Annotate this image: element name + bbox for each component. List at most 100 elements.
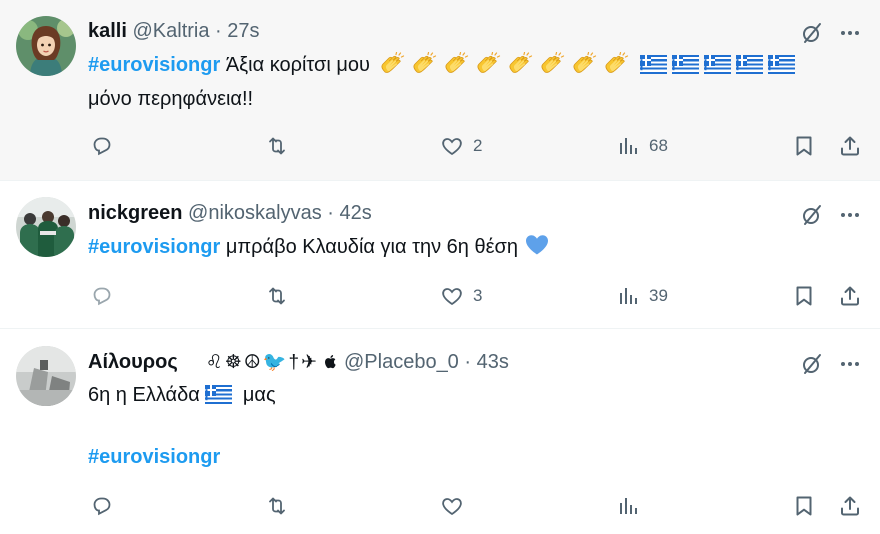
clapping-hands-icon xyxy=(443,52,469,76)
avatar-illustration-icon xyxy=(16,16,76,76)
share-icon xyxy=(838,134,862,158)
share-icon xyxy=(838,494,862,518)
views-icon xyxy=(616,494,640,518)
retweet-icon xyxy=(265,494,289,518)
tweet-text-part: μας xyxy=(242,384,276,406)
tweet-text-part: μπράβο Κλαυδία για την 6η θέση xyxy=(225,236,518,258)
tweet-nickgreen[interactable]: nickgreen @nikoskalyvas · 42s #eurovisio… xyxy=(0,181,880,329)
blue-heart-icon xyxy=(524,233,550,257)
views-icon xyxy=(616,134,640,158)
view-count: 68 xyxy=(649,136,668,155)
greek-flag-icon xyxy=(640,55,668,74)
heart-icon xyxy=(440,494,464,518)
reply-button[interactable] xyxy=(90,131,123,161)
tweet-header: Αίλουρος ♌☸☮🐦†✈ @Placebo_0 · 43s xyxy=(88,350,509,375)
separator: · xyxy=(327,202,334,224)
clapping-hands-icon xyxy=(571,52,597,76)
user-handle[interactable]: @nikoskalyvas xyxy=(188,202,322,224)
reply-button[interactable] xyxy=(90,281,123,311)
tweet-text-part: 6η η Ελλάδα xyxy=(88,384,200,406)
action-bar: 3 39 xyxy=(0,281,880,311)
views-button[interactable]: 39 xyxy=(616,281,668,311)
hashtag-link[interactable]: #eurovisiongr xyxy=(88,54,220,76)
separator: · xyxy=(215,20,222,42)
tweet-text: #eurovisiongr Άξια κορίτσι μου xyxy=(88,51,800,80)
share-icon xyxy=(838,284,862,308)
avatar-photo-icon xyxy=(16,346,76,406)
display-name[interactable]: Αίλουρος xyxy=(88,351,178,373)
reply-icon xyxy=(90,134,114,158)
heart-icon xyxy=(440,134,464,158)
display-name[interactable]: nickgreen xyxy=(88,202,182,224)
tweet-text-line2: μόνο περηφάνεια!! xyxy=(88,88,254,110)
display-name[interactable]: kalli xyxy=(88,20,127,42)
tweet-ailouros[interactable]: Αίλουρος ♌☸☮🐦†✈ @Placebo_0 · 43s 6η η Ελλά… xyxy=(0,329,880,534)
grok-icon[interactable] xyxy=(800,203,824,227)
bookmark-icon xyxy=(792,284,816,308)
retweet-button[interactable] xyxy=(265,491,298,521)
tweet-header: kalli @Kaltria · 27s xyxy=(88,19,260,43)
action-bar xyxy=(0,491,880,521)
more-icon[interactable] xyxy=(838,21,862,45)
user-handle[interactable]: @Kaltria xyxy=(132,20,209,42)
reply-icon xyxy=(90,284,114,308)
views-icon xyxy=(616,284,640,308)
tweet-kalli[interactable]: kalli @Kaltria · 27s #eurovisiongr Άξια … xyxy=(0,0,880,181)
like-count: 3 xyxy=(473,286,483,305)
avatar[interactable] xyxy=(16,346,76,406)
user-handle[interactable]: @Placebo_0 xyxy=(344,351,459,373)
greek-flag-icon xyxy=(736,55,764,74)
avatar[interactable] xyxy=(16,16,76,76)
views-button[interactable]: 68 xyxy=(616,131,668,161)
view-count: 39 xyxy=(649,286,668,305)
tweet-text: 6η η Ελλάδα μας xyxy=(88,381,276,410)
bookmark-button[interactable] xyxy=(792,131,816,161)
bookmark-icon xyxy=(792,494,816,518)
action-bar: 2 68 xyxy=(0,131,880,161)
like-button[interactable] xyxy=(440,491,473,521)
views-button[interactable] xyxy=(616,491,649,521)
hashtag-link[interactable]: #eurovisiongr xyxy=(88,236,220,258)
more-icon[interactable] xyxy=(838,203,862,227)
timestamp[interactable]: 27s xyxy=(227,20,259,42)
retweet-button[interactable] xyxy=(265,131,298,161)
clapping-hands-icon xyxy=(411,52,437,76)
like-button[interactable]: 2 xyxy=(440,131,482,161)
separator: · xyxy=(464,351,472,373)
share-button[interactable] xyxy=(838,281,862,311)
tweet-text-part: Άξια κορίτσι μου xyxy=(225,54,370,76)
apple-icon xyxy=(323,353,339,370)
grok-icon[interactable] xyxy=(800,352,824,376)
emoji-row xyxy=(379,52,635,76)
bookmark-button[interactable] xyxy=(792,281,816,311)
greek-flag-icon xyxy=(672,55,700,74)
reply-button[interactable] xyxy=(90,491,123,521)
like-button[interactable]: 3 xyxy=(440,281,482,311)
like-count: 2 xyxy=(473,136,483,155)
clapping-hands-icon xyxy=(475,52,501,76)
greek-flag-icon xyxy=(704,55,732,74)
grok-icon[interactable] xyxy=(800,21,824,45)
hashtag-link[interactable]: #eurovisiongr xyxy=(88,446,220,468)
greek-flag-icon xyxy=(768,55,796,74)
more-icon[interactable] xyxy=(838,352,862,376)
timestamp[interactable]: 43s xyxy=(477,351,509,373)
name-symbols: ♌☸☮🐦†✈ xyxy=(205,352,319,373)
retweet-button[interactable] xyxy=(265,281,298,311)
timestamp[interactable]: 42s xyxy=(340,202,372,224)
avatar[interactable] xyxy=(16,197,76,257)
clapping-hands-icon xyxy=(379,52,405,76)
tweet-text-hashtag-line: #eurovisiongr xyxy=(88,443,220,472)
clapping-hands-icon xyxy=(507,52,533,76)
tweet-text: #eurovisiongr μπράβο Κλαυδία για την 6η … xyxy=(88,233,550,262)
retweet-icon xyxy=(265,284,289,308)
share-button[interactable] xyxy=(838,131,862,161)
clapping-hands-icon xyxy=(603,52,629,76)
greek-flag-icon xyxy=(205,385,233,404)
share-button[interactable] xyxy=(838,491,862,521)
clapping-hands-icon xyxy=(539,52,565,76)
bookmark-button[interactable] xyxy=(792,491,816,521)
retweet-icon xyxy=(265,134,289,158)
heart-icon xyxy=(440,284,464,308)
avatar-photo-icon xyxy=(16,197,76,257)
